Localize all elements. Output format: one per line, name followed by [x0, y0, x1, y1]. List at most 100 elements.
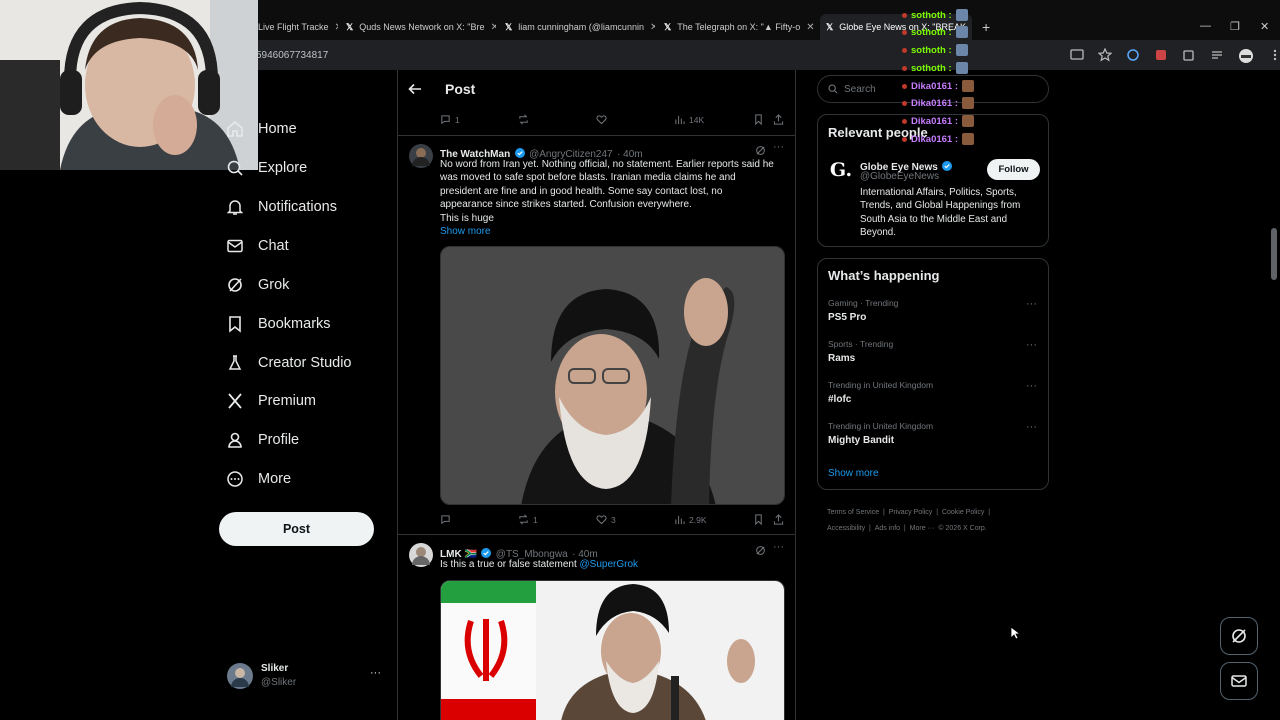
url-text[interactable]: 5946067734817	[256, 50, 328, 61]
bio-line: South Asia to the Middle East and	[860, 213, 1008, 225]
sidebar-item-label: Notifications	[258, 199, 337, 215]
views-button[interactable]: 14K	[674, 114, 704, 125]
chat-badge-icon	[902, 12, 907, 18]
post-image[interactable]	[440, 580, 785, 720]
post[interactable]: LMK 🇿🇦 @TS_Mbongwa · 40m ··· Is this a t…	[398, 535, 795, 720]
more-dots-icon[interactable]: ···	[370, 667, 381, 679]
more-dots-icon[interactable]: ···	[1026, 339, 1037, 351]
x-logo-icon: 𝕏	[505, 21, 513, 32]
profile-avatar-icon[interactable]	[1238, 48, 1254, 64]
sidebar-item-premium[interactable]: Premium	[226, 386, 316, 416]
bookmark-icon[interactable]	[753, 514, 764, 525]
post-button[interactable]: Post	[219, 512, 374, 546]
more-dots-icon[interactable]: ···	[1026, 380, 1037, 392]
share-icon[interactable]	[773, 114, 784, 125]
sidebar-item-label: Chat	[258, 238, 289, 254]
reply-button[interactable]: 1	[440, 114, 460, 125]
verified-badge-icon	[481, 548, 492, 558]
chat-message: sothoth :	[902, 26, 968, 38]
more-dots-icon[interactable]: ···	[1026, 298, 1037, 310]
browser-tab[interactable]: Live Flight Tracke ✕	[258, 14, 338, 40]
chat-badge-icon	[902, 136, 907, 142]
panel-title: What’s happening	[828, 268, 940, 283]
new-tab-icon[interactable]: +	[982, 19, 990, 35]
globe-eye-logo-icon[interactable]: G.	[828, 157, 854, 183]
tab-search-icon[interactable]	[1210, 48, 1224, 62]
close-icon[interactable]: ✕	[806, 22, 814, 33]
avatar	[409, 144, 433, 168]
show-more-link[interactable]: Show more	[440, 225, 790, 238]
grok-icon[interactable]	[755, 145, 766, 156]
trend-item[interactable]: Sports · Trending Rams ···	[818, 336, 1048, 372]
views-button[interactable]: 2.9K	[674, 514, 707, 525]
bookmark-icon[interactable]	[753, 114, 764, 125]
back-arrow-icon[interactable]	[408, 82, 422, 96]
puzzle-icon[interactable]	[1182, 48, 1196, 62]
messages-floating-button[interactable]	[1220, 662, 1258, 700]
sidebar-item-bookmarks[interactable]: Bookmarks	[226, 309, 331, 339]
minimize-icon[interactable]: —	[1200, 20, 1211, 32]
trend-item[interactable]: Trending in United Kingdom Mighty Bandit…	[818, 418, 1048, 454]
show-more-link[interactable]: Show more	[828, 468, 879, 479]
footer-links: Terms of Service | Privacy Policy | Cook…	[827, 505, 1047, 537]
emote-icon	[955, 44, 968, 56]
sidebar-item-profile[interactable]: Profile	[226, 425, 299, 455]
scrollbar-thumb[interactable]	[1271, 228, 1277, 280]
repost-button[interactable]	[518, 114, 529, 125]
chat-message: sothoth :	[902, 44, 968, 56]
install-icon[interactable]	[1070, 48, 1084, 62]
like-button[interactable]	[596, 114, 607, 125]
reply-button[interactable]	[440, 514, 455, 525]
ads-info-link[interactable]: Ads info	[875, 525, 900, 532]
bio-line: Trends, and Global Happenings from	[860, 200, 1021, 212]
like-button[interactable]: 3	[596, 514, 616, 525]
close-icon[interactable]: ✕	[335, 22, 338, 33]
footer-separator: |	[988, 509, 991, 516]
accessibility-link[interactable]: Accessibility	[827, 525, 865, 532]
repost-button[interactable]: 1	[518, 514, 538, 525]
trend-item[interactable]: Trending in United Kingdom #lofc ···	[818, 377, 1048, 413]
views-count: 14K	[689, 114, 705, 125]
close-icon[interactable]: ✕	[650, 22, 655, 33]
account-switcher[interactable]: Sliker @Sliker ···	[227, 661, 387, 693]
emote-icon	[955, 9, 968, 21]
trend-item[interactable]: Gaming · Trending PS5 Pro ···	[818, 295, 1048, 331]
browser-tab[interactable]: 𝕏 The Telegraph on X: "▲ Fifty-o ✕	[664, 14, 814, 40]
sidebar-item-grok[interactable]: Grok	[226, 270, 289, 300]
home-icon	[227, 120, 243, 137]
cookie-link[interactable]: Cookie Policy	[942, 509, 984, 516]
sidebar-item-more[interactable]: More	[226, 464, 291, 494]
chat-username: sothoth :	[911, 62, 952, 74]
views-icon	[675, 515, 685, 525]
kebab-menu-icon[interactable]	[1268, 48, 1280, 62]
sidebar-item-notifications[interactable]: Notifications	[226, 192, 337, 222]
sidebar-item-explore[interactable]: Explore	[226, 153, 307, 183]
post-image[interactable]	[440, 246, 785, 505]
whats-happening-panel: What’s happening Gaming · Trending PS5 P…	[817, 258, 1049, 490]
browser-tab[interactable]: 𝕏 Quds News Network on X: "Bre ✕	[346, 14, 496, 40]
post[interactable]: The WatchMan @AngryCitizen247 · 40m ··· …	[398, 136, 795, 534]
extension-icon[interactable]	[1126, 48, 1140, 62]
mention-link[interactable]: @SuperGrok	[580, 559, 639, 570]
sidebar-item-creator-studio[interactable]: Creator Studio	[226, 348, 352, 378]
person-handle[interactable]: @GlobeEyeNews	[860, 171, 939, 182]
sidebar-item-chat[interactable]: Chat	[226, 231, 289, 261]
star-icon[interactable]	[1098, 48, 1112, 62]
more-dots-icon[interactable]: ···	[1026, 421, 1037, 433]
privacy-link[interactable]: Privacy Policy	[889, 509, 933, 516]
extension-icon[interactable]	[1154, 48, 1168, 62]
terms-link[interactable]: Terms of Service	[827, 509, 879, 516]
post-image-picture	[441, 247, 784, 504]
close-window-icon[interactable]: ✕	[1260, 20, 1269, 33]
browser-tab[interactable]: 𝕏liam cunningham (@liamcunnin ✕	[505, 14, 655, 40]
sidebar-item-home[interactable]: Home	[226, 114, 297, 144]
share-icon[interactable]	[773, 514, 784, 525]
close-icon[interactable]: ✕	[491, 22, 496, 33]
more-link[interactable]: More ···	[910, 525, 935, 532]
more-dots-icon[interactable]: ···	[773, 141, 784, 153]
follow-button[interactable]: Follow	[987, 159, 1040, 180]
grok-icon[interactable]	[755, 545, 766, 556]
more-dots-icon[interactable]: ···	[773, 541, 784, 553]
grok-floating-button[interactable]	[1220, 617, 1258, 655]
maximize-icon[interactable]: ❐	[1230, 20, 1240, 33]
